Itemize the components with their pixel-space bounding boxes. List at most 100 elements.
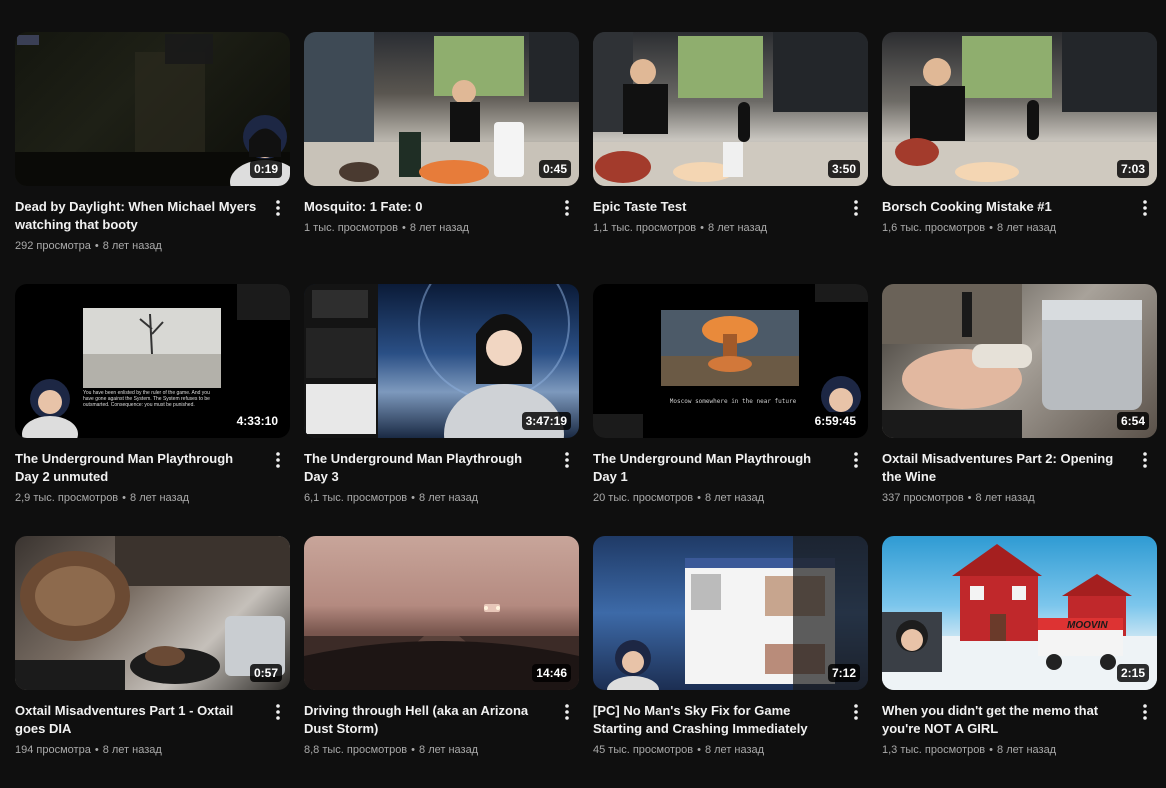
video-info: Mosquito: 1 Fate: 0 1 тыс. просмотров • 8 … — [304, 186, 579, 236]
video-info: The Underground Man Playthrough Day 2 un… — [15, 438, 290, 506]
video-info: Oxtail Misadventures Part 2: Opening the… — [882, 438, 1157, 506]
video-info: Dead by Daylight: When Michael Myers wat… — [15, 186, 290, 254]
video-title[interactable]: Epic Taste Test — [593, 198, 838, 216]
more-vert-icon[interactable] — [555, 196, 579, 220]
video-views: 45 тыс. просмотров — [593, 744, 694, 756]
more-vert-icon[interactable] — [1133, 448, 1157, 472]
video-title[interactable]: The Underground Man Playthrough Day 3 — [304, 450, 549, 486]
video-thumbnail[interactable]: 7:03 — [882, 32, 1157, 186]
video-title[interactable]: Oxtail Misadventures Part 1 - Oxtail goe… — [15, 702, 260, 738]
video-duration: 6:59:45 — [810, 412, 860, 430]
video-age: 8 лет назад — [708, 222, 768, 234]
video-card: 0:57 Oxtail Misadventures Part 1 - Oxtai… — [15, 536, 290, 788]
meta-separator: • — [700, 222, 705, 234]
video-views: 194 просмотра — [15, 744, 91, 756]
video-thumbnail[interactable]: 0:45 — [304, 32, 579, 186]
video-title[interactable]: The Underground Man Playthrough Day 1 — [593, 450, 838, 486]
video-card: 7:12 [PC] No Man's Sky Fix for Game Star… — [593, 536, 868, 788]
video-title[interactable]: [PC] No Man's Sky Fix for Game Starting … — [593, 702, 838, 738]
thumbnail-scene — [304, 32, 579, 186]
more-vert-icon[interactable] — [555, 448, 579, 472]
more-vert-icon[interactable] — [266, 448, 290, 472]
thumbnail-scene — [15, 536, 290, 690]
meta-separator: • — [967, 492, 972, 504]
video-thumbnail[interactable]: 3:47:19 — [304, 284, 579, 438]
video-thumbnail[interactable]: 0:57 — [15, 536, 290, 690]
video-meta: 2,9 тыс. просмотров • 8 лет назад — [15, 490, 260, 506]
thumbnail-caption: Moscow somewhere in the near future — [669, 398, 797, 405]
video-meta: 292 просмотра • 8 лет назад — [15, 238, 260, 254]
more-vert-icon[interactable] — [1133, 196, 1157, 220]
video-meta: 1,6 тыс. просмотров • 8 лет назад — [882, 220, 1127, 236]
video-title[interactable]: Mosquito: 1 Fate: 0 — [304, 198, 549, 216]
video-card: 3:50 Epic Taste Test 1,1 тыс. просмотров… — [593, 32, 868, 284]
video-thumbnail[interactable]: 14:46 — [304, 536, 579, 690]
video-duration: 0:57 — [249, 664, 282, 682]
video-duration: 7:12 — [827, 664, 860, 682]
video-title[interactable]: When you didn't get the memo that you're… — [882, 702, 1127, 738]
video-meta: 6,1 тыс. просмотров • 8 лет назад — [304, 490, 549, 506]
video-title[interactable]: Oxtail Misadventures Part 2: Opening the… — [882, 450, 1127, 486]
video-views: 1 тыс. просмотров — [304, 222, 398, 234]
meta-separator: • — [122, 492, 127, 504]
video-views: 1,3 тыс. просмотров — [882, 744, 986, 756]
video-title[interactable]: The Underground Man Playthrough Day 2 un… — [15, 450, 260, 486]
video-views: 6,1 тыс. просмотров — [304, 492, 408, 504]
more-vert-icon[interactable] — [555, 700, 579, 724]
video-duration: 0:45 — [538, 160, 571, 178]
video-info: The Underground Man Playthrough Day 3 6,… — [304, 438, 579, 506]
video-age: 8 лет назад — [409, 222, 469, 234]
meta-separator: • — [989, 744, 994, 756]
video-age: 8 лет назад — [102, 240, 162, 252]
video-info: Epic Taste Test 1,1 тыс. просмотров • 8 ле… — [593, 186, 868, 236]
video-meta: 337 просмотров • 8 лет назад — [882, 490, 1127, 506]
video-title[interactable]: Borsch Cooking Mistake #1 — [882, 198, 1127, 216]
more-vert-icon[interactable] — [844, 448, 868, 472]
more-vert-icon[interactable] — [266, 196, 290, 220]
video-age: 8 лет назад — [102, 744, 162, 756]
video-duration: 7:03 — [1116, 160, 1149, 178]
meta-separator: • — [401, 222, 406, 234]
video-duration: 3:50 — [827, 160, 860, 178]
meta-separator: • — [411, 744, 416, 756]
more-vert-icon[interactable] — [844, 196, 868, 220]
video-age: 8 лет назад — [997, 222, 1057, 234]
video-meta: 194 просмотра • 8 лет назад — [15, 742, 260, 758]
video-age: 8 лет назад — [704, 744, 765, 756]
video-thumbnail[interactable]: 0:19 — [15, 32, 290, 186]
thumbnail-scene — [15, 34, 290, 186]
video-title[interactable]: Driving through Hell (aka an Arizona Dus… — [304, 702, 549, 738]
video-thumbnail[interactable]: 6:54 — [882, 284, 1157, 438]
thumbnail-truck-sign: MOOVIN — [1067, 620, 1108, 631]
video-thumbnail[interactable]: MOOVIN 2:15 — [882, 536, 1157, 690]
video-info: [PC] No Man's Sky Fix for Game Starting … — [593, 690, 868, 758]
meta-separator: • — [94, 240, 99, 252]
video-age: 8 лет назад — [419, 744, 479, 756]
video-card: 14:46 Driving through Hell (aka an Arizo… — [304, 536, 579, 788]
meta-separator: • — [94, 744, 99, 756]
video-views: 8,8 тыс. просмотров — [304, 744, 408, 756]
video-duration: 6:54 — [1116, 412, 1149, 430]
video-age: 8 лет назад — [419, 492, 479, 504]
meta-separator: • — [411, 492, 416, 504]
video-card: Moscow somewhere in the near future 6:59… — [593, 284, 868, 536]
video-duration: 14:46 — [532, 664, 571, 682]
more-vert-icon[interactable] — [1133, 700, 1157, 724]
video-info: When you didn't get the memo that you're… — [882, 690, 1157, 758]
video-card: 6:54 Oxtail Misadventures Part 2: Openin… — [882, 284, 1157, 536]
video-thumbnail[interactable]: Moscow somewhere in the near future 6:59… — [593, 284, 868, 438]
video-meta: 20 тыс. просмотров • 8 лет назад — [593, 490, 838, 506]
video-thumbnail[interactable]: 3:50 — [593, 32, 868, 186]
more-vert-icon[interactable] — [844, 700, 868, 724]
video-card: 3:47:19 The Underground Man Playthrough … — [304, 284, 579, 536]
video-card: You have been enlisted by the ruler of t… — [15, 284, 290, 536]
video-meta: 1,3 тыс. просмотров • 8 лет назад — [882, 742, 1127, 758]
video-card: 0:19 Dead by Daylight: When Michael Myer… — [15, 32, 290, 284]
video-duration: 0:19 — [249, 160, 282, 178]
video-duration: 4:33:10 — [232, 412, 282, 430]
more-vert-icon[interactable] — [266, 700, 290, 724]
video-card: 7:03 Borsch Cooking Mistake #1 1,6 тыс. … — [882, 32, 1157, 284]
video-thumbnail[interactable]: 7:12 — [593, 536, 868, 690]
video-title[interactable]: Dead by Daylight: When Michael Myers wat… — [15, 198, 260, 234]
video-thumbnail[interactable]: You have been enlisted by the ruler of t… — [15, 284, 290, 438]
